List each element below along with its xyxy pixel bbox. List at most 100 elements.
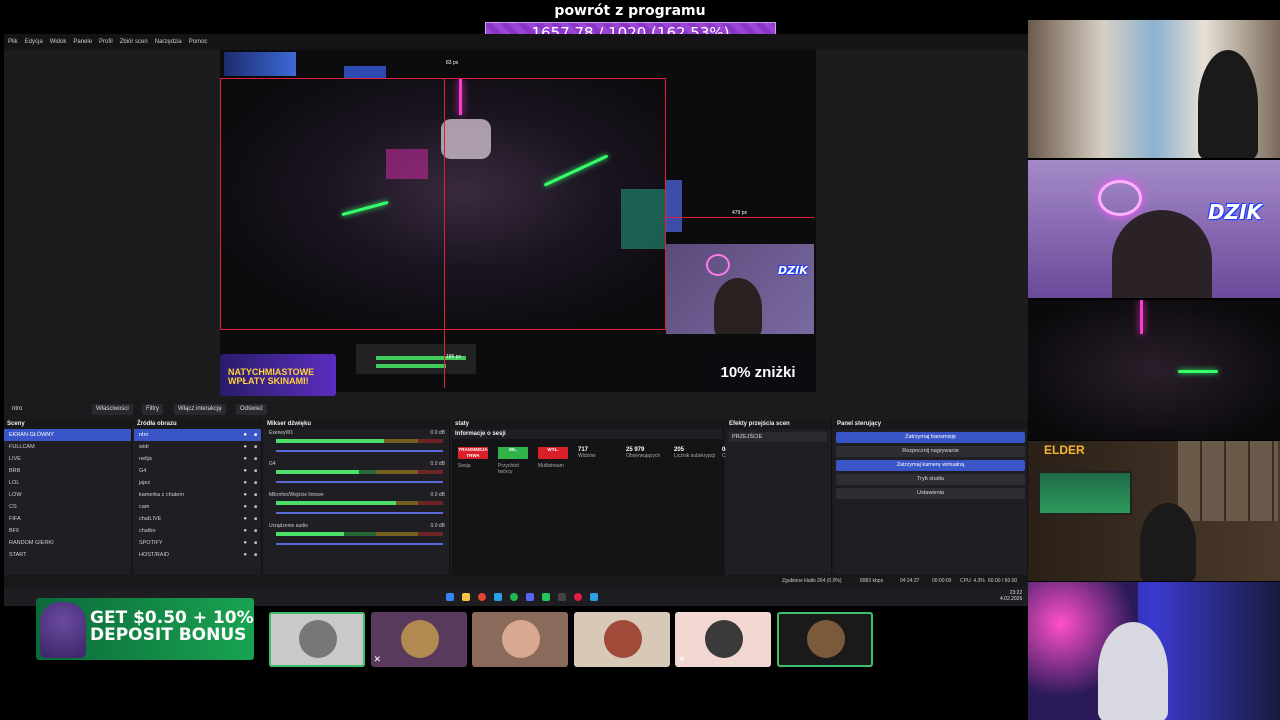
source-item[interactable]: widr ● ■: [134, 441, 261, 453]
menu-item[interactable]: Plik: [8, 34, 18, 50]
eye-icon[interactable]: ●: [243, 525, 247, 537]
stats-title: staty: [452, 419, 723, 429]
lock-icon[interactable]: ■: [254, 549, 257, 561]
lock-icon[interactable]: ■: [254, 489, 257, 501]
lock-icon[interactable]: ■: [254, 429, 257, 441]
status-badge: TRANSMISJA TRWA: [458, 447, 488, 459]
scene-item[interactable]: FIFA: [4, 513, 131, 525]
scene-item[interactable]: BF6: [4, 525, 131, 537]
volume-slider[interactable]: [276, 543, 443, 545]
control-button[interactable]: Ustawienia: [836, 488, 1025, 499]
refresh-button[interactable]: Odśwież: [236, 404, 268, 415]
menu-item[interactable]: Pomoc: [189, 34, 208, 50]
app-icon[interactable]: [574, 593, 582, 601]
source-item[interactable]: nelija ● ■: [134, 453, 261, 465]
eye-icon[interactable]: ●: [243, 501, 247, 513]
status-badge: WŁ.: [498, 447, 528, 459]
bitrate: 8983 kbps: [860, 578, 884, 584]
side-overlay: [666, 180, 682, 232]
source-item[interactable]: kamerka z chatem ● ■: [134, 489, 261, 501]
eye-icon[interactable]: ●: [243, 513, 247, 525]
obs-window: Plik Edycja Widok Panele Profil Zbiór scen Nar…: [4, 34, 1032, 606]
filters-button[interactable]: Filtry: [142, 404, 163, 415]
dzik-camera: DZIK: [1028, 160, 1280, 298]
scene-item[interactable]: LIVE: [4, 453, 131, 465]
mascot-image: [40, 602, 86, 658]
obs-icon[interactable]: [558, 593, 566, 601]
steam-icon[interactable]: [494, 593, 502, 601]
lock-icon[interactable]: ■: [254, 537, 257, 549]
scene-item[interactable]: BRB: [4, 465, 131, 477]
properties-button[interactable]: Właściwości: [92, 404, 133, 415]
participant-tile[interactable]: [776, 612, 873, 667]
lock-icon[interactable]: ■: [254, 477, 257, 489]
lock-icon[interactable]: ■: [254, 501, 257, 513]
eye-icon[interactable]: ●: [243, 429, 247, 441]
app-icon[interactable]: [590, 593, 598, 601]
menu-item[interactable]: Profil: [99, 34, 113, 50]
scene-item[interactable]: START: [4, 549, 131, 561]
eye-icon[interactable]: ●: [243, 441, 247, 453]
source-item[interactable]: SPOTIFY ● ■: [134, 537, 261, 549]
source-item[interactable]: cam ● ■: [134, 501, 261, 513]
eye-icon[interactable]: ●: [243, 549, 247, 561]
control-button[interactable]: Rozpocznij nagrywanie: [836, 446, 1025, 457]
eye-icon[interactable]: ●: [243, 453, 247, 465]
eye-icon[interactable]: ●: [243, 489, 247, 501]
menu-item[interactable]: Narzędzia: [155, 34, 182, 50]
meter-bar: [376, 364, 446, 368]
facecam-pip[interactable]: DZIK: [666, 244, 814, 334]
channel-db: 0.0 dB: [430, 523, 445, 529]
scene-item[interactable]: CS: [4, 501, 131, 513]
scene-item[interactable]: LOL: [4, 477, 131, 489]
source-item[interactable]: G4 ● ■: [134, 465, 261, 477]
source-item[interactable]: jajez ● ■: [134, 477, 261, 489]
mixer-title: Mikser dźwięku: [264, 419, 449, 429]
neon-light: [543, 154, 609, 187]
volume-slider[interactable]: [276, 512, 443, 514]
lock-icon[interactable]: ■: [254, 525, 257, 537]
chrome-icon[interactable]: [478, 593, 486, 601]
source-item[interactable]: chatbo ● ■: [134, 525, 261, 537]
menu-item[interactable]: Edycja: [25, 34, 43, 50]
discord-icon[interactable]: [526, 593, 534, 601]
source-label: G4: [139, 468, 147, 474]
menu-item[interactable]: Widok: [50, 34, 67, 50]
main-scene-camera[interactable]: [220, 78, 666, 330]
participant-tile[interactable]: ✕: [370, 612, 467, 667]
menu-item[interactable]: Panele: [73, 34, 92, 50]
participant-tile[interactable]: [269, 612, 365, 667]
source-item[interactable]: chatLIVE ● ■: [134, 513, 261, 525]
scene-item[interactable]: LOW: [4, 489, 131, 501]
lock-icon[interactable]: ■: [254, 513, 257, 525]
control-button[interactable]: Tryb studia: [836, 474, 1025, 485]
source-item[interactable]: HOST/RAID ● ■: [134, 549, 261, 561]
source-item[interactable]: ntro ● ■: [134, 429, 261, 441]
participant-tile[interactable]: [472, 612, 568, 667]
participant-tile[interactable]: [573, 612, 670, 667]
volume-slider[interactable]: [276, 450, 443, 452]
scene-item[interactable]: EKRAN GŁÓWNY: [4, 429, 131, 441]
boar-logo-icon: [1098, 180, 1142, 216]
folder-icon[interactable]: [462, 593, 470, 601]
scene-item[interactable]: RANDOM GIERKI: [4, 537, 131, 549]
scene-item[interactable]: FULLCAM: [4, 441, 131, 453]
lock-icon[interactable]: ■: [254, 465, 257, 477]
app-icon[interactable]: [542, 593, 550, 601]
spotify-icon[interactable]: [510, 593, 518, 601]
lock-icon[interactable]: ■: [254, 453, 257, 465]
eye-icon[interactable]: ●: [243, 465, 247, 477]
transition-select[interactable]: PRZEJŚCIE: [729, 432, 827, 442]
eye-icon[interactable]: ●: [243, 537, 247, 549]
lock-icon[interactable]: ■: [254, 441, 257, 453]
control-button[interactable]: Zatrzymaj kamerę wirtualną: [836, 460, 1025, 471]
control-button[interactable]: Zatrzymaj transmisję: [836, 432, 1025, 443]
eye-icon[interactable]: ●: [243, 477, 247, 489]
participant-tile[interactable]: ✕: [675, 612, 771, 667]
stat-label: Obserwujących: [626, 453, 661, 459]
volume-slider[interactable]: [276, 481, 443, 483]
interact-button[interactable]: Włącz interakcję: [174, 404, 226, 415]
start-icon[interactable]: [446, 593, 454, 601]
source-toolbar: ntro Właściwości Filtry Włącz interakcję…: [4, 401, 1028, 417]
menu-item[interactable]: Zbiór scen: [120, 34, 148, 50]
